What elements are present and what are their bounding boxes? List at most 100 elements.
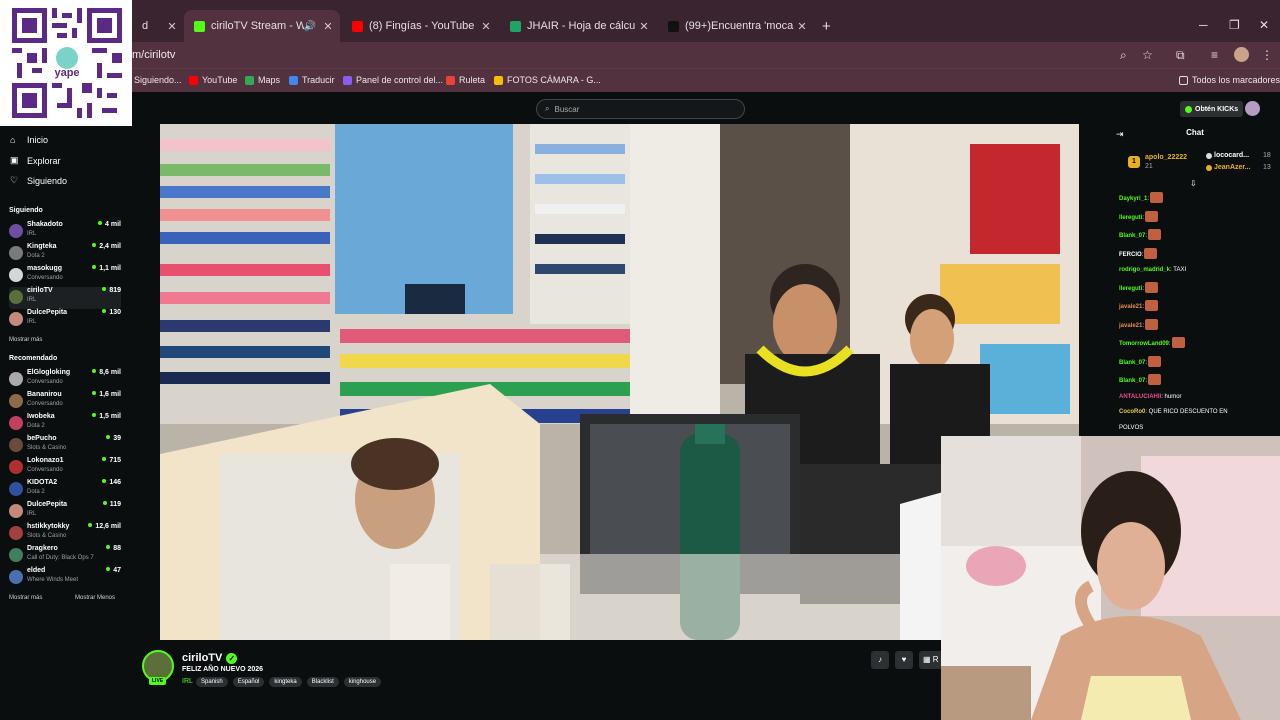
window-close-icon[interactable]: ✕ — [1259, 18, 1269, 32]
new-tab-button[interactable]: + — [822, 18, 831, 35]
scroll-down-icon[interactable]: ⇩ — [1190, 179, 1197, 188]
chat-text: : — [1145, 378, 1148, 384]
channel-item[interactable]: ciriloTV IRL 819 — [9, 287, 121, 309]
tab-spreadsheet[interactable]: JHAIR - Hoja de cálculo ✕ — [500, 10, 656, 42]
viewer-count: 39 — [106, 435, 121, 442]
chat-username[interactable]: Blank_07 — [1119, 378, 1145, 384]
chat-username[interactable]: Daykyri_1 — [1119, 196, 1147, 202]
channel-item[interactable]: Lokonazo1 Conversando 715 — [9, 457, 121, 479]
chat-text: : humor — [1161, 393, 1182, 400]
show-more-following[interactable]: Mostrar más — [9, 337, 42, 343]
chat-username[interactable]: javale21 — [1119, 304, 1142, 310]
bookmark-youtube[interactable]: YouTube — [189, 75, 237, 85]
close-icon[interactable]: ✕ — [320, 20, 336, 33]
leaderboard-user[interactable]: apolo_22222 — [1145, 154, 1187, 161]
leaderboard-user[interactable]: JeanAzer... — [1214, 164, 1251, 171]
url-field[interactable]: m/cirilotv — [132, 49, 175, 61]
speaker-icon[interactable]: 🔊 — [304, 21, 316, 32]
stream-tag[interactable]: Blacklist — [306, 677, 339, 687]
close-icon[interactable]: ✕ — [478, 20, 494, 33]
channel-name: elded — [27, 567, 46, 574]
bookmark-star-icon[interactable]: ☆ — [1142, 48, 1153, 62]
chat-username[interactable]: llereguti — [1119, 286, 1142, 292]
screen: d ✕ ciriloTV Stream - Watch Live 🔊 ✕ (8)… — [0, 0, 1280, 720]
bookmark-maps[interactable]: Maps — [245, 75, 280, 85]
nav-inicio[interactable]: ⌂ Inicio — [10, 135, 48, 145]
close-icon[interactable]: ✕ — [794, 20, 810, 33]
chat-message: llereguti: — [1119, 281, 1277, 294]
nav-label: Inicio — [27, 135, 49, 145]
channel-item[interactable]: Dragkero Call of Duty: Black Ops 7 88 — [9, 545, 121, 567]
channel-item[interactable]: DulcePepita IRL 119 — [9, 501, 121, 523]
bookmark-ruleta[interactable]: Ruleta — [446, 75, 485, 85]
tab-youtube[interactable]: (8) Fingías - YouTube ✕ — [342, 10, 498, 42]
get-kicks-button[interactable]: Obtén KICKs — [1180, 101, 1244, 117]
bookmark-panel[interactable]: Panel de control del... — [343, 75, 443, 85]
channel-avatar — [9, 268, 23, 282]
tab-tiktok[interactable]: (99+)Encuentra 'moca moradito ✕ — [658, 10, 814, 42]
media-icon[interactable]: ≡ — [1211, 48, 1218, 62]
translate-icon — [289, 75, 298, 85]
nav-siguiendo[interactable]: ♡ Siguiendo — [10, 175, 67, 186]
extensions-icon[interactable]: ⧉ — [1176, 48, 1185, 63]
tab-previous[interactable]: d ✕ — [132, 10, 184, 42]
bookmark-fotos[interactable]: FOTOS CÁMARA - G... — [494, 75, 601, 85]
stream-tag[interactable]: Spanish — [196, 677, 228, 687]
nav-explorar[interactable]: ▣ Explorar — [10, 155, 61, 166]
channel-item[interactable]: Bananirou Conversando 1,6 mil — [9, 391, 121, 413]
all-bookmarks[interactable]: Todos los marcadores — [1179, 75, 1280, 85]
minimize-icon[interactable]: ─ — [1199, 18, 1208, 32]
restore-icon[interactable]: ❐ — [1229, 18, 1240, 32]
channel-item[interactable]: hstikkytokky Slots & Casino 12,6 mil — [9, 523, 121, 545]
channel-item[interactable]: bePucho Slots & Casino 39 — [9, 435, 121, 457]
channel-item[interactable]: Iwobeka Dota 2 1,5 mil — [9, 413, 121, 435]
menu-icon[interactable]: ⋮ — [1261, 48, 1273, 62]
notification-bell-icon[interactable]: ♪ — [871, 651, 889, 669]
sheets-favicon-icon — [510, 20, 521, 32]
chat-username[interactable]: FERCIO — [1119, 252, 1142, 258]
tab-cirilotv[interactable]: ciriloTV Stream - Watch Live 🔊 ✕ — [184, 10, 340, 42]
stream-tag[interactable]: Español — [232, 677, 265, 687]
leaderboard-user[interactable]: lococard... — [1214, 152, 1249, 159]
gift-sub-label: R — [932, 655, 939, 664]
profile-avatar[interactable] — [1234, 47, 1249, 62]
emote-icon — [1148, 229, 1162, 240]
show-less-recommended[interactable]: Mostrar Menos — [75, 595, 115, 601]
chat-text: : — [1142, 285, 1145, 292]
chat-text: : — [1168, 341, 1171, 347]
show-more-recommended[interactable]: Mostrar más — [9, 595, 42, 601]
chat-message: javale21: — [1119, 300, 1277, 312]
close-icon[interactable]: ✕ — [636, 20, 652, 33]
emote-icon — [1148, 355, 1162, 367]
stream-tag[interactable]: kinghouse — [343, 677, 382, 687]
channel-item[interactable]: masokugg Conversando 1,1 mil — [9, 265, 121, 287]
stream-category[interactable]: IRL — [182, 678, 193, 685]
chat-username[interactable]: llereguti — [1119, 215, 1142, 221]
close-icon[interactable]: ✕ — [164, 20, 180, 33]
chat-username[interactable]: TomorrowLand09 — [1119, 341, 1169, 347]
channel-item[interactable]: Kingteka Dota 2 2,4 mil — [9, 243, 121, 265]
chat-username[interactable]: CocoRo0 — [1119, 409, 1145, 415]
channel-category: IRL — [27, 231, 37, 237]
chat-username[interactable]: rodrigo_madrid_k — [1119, 267, 1170, 273]
channel-item[interactable]: ElGlogloking Conversando 8,6 mil — [9, 369, 121, 391]
stream-tag[interactable]: kingteka — [269, 677, 302, 687]
chat-leaderboard: 1 apolo_22222 21 lococard... 18 JeanAzer… — [1122, 150, 1274, 176]
channel-item[interactable]: elded Where Winds Meet 47 — [9, 567, 121, 589]
follow-heart-icon[interactable]: ♥ — [895, 651, 913, 669]
emote-icon — [1148, 374, 1162, 385]
chat-username[interactable]: ANTALUCIAHII — [1119, 394, 1161, 400]
search-input[interactable]: ⌕ Buscar — [536, 99, 745, 119]
zoom-icon[interactable]: ⌕ — [1120, 48, 1127, 63]
channel-name: Iwobeka — [27, 413, 55, 420]
chat-username[interactable]: javale21 — [1119, 323, 1142, 329]
chat-username[interactable]: Blank_07 — [1119, 360, 1145, 366]
channel-item[interactable]: DulcePepita IRL 130 — [9, 309, 121, 331]
bookmark-traducir[interactable]: Traducir — [289, 75, 335, 85]
bookmark-siguiendo[interactable]: Siguiendo... — [134, 75, 182, 85]
user-avatar[interactable] — [1245, 101, 1260, 116]
streamer-name[interactable]: ciriloTV ✓ — [182, 652, 238, 664]
channel-item[interactable]: KIDOTA2 Dota 2 146 — [9, 479, 121, 501]
channel-item[interactable]: Shakadoto IRL 4 mil — [9, 221, 121, 243]
chat-username[interactable]: Blank_07 — [1119, 233, 1145, 239]
